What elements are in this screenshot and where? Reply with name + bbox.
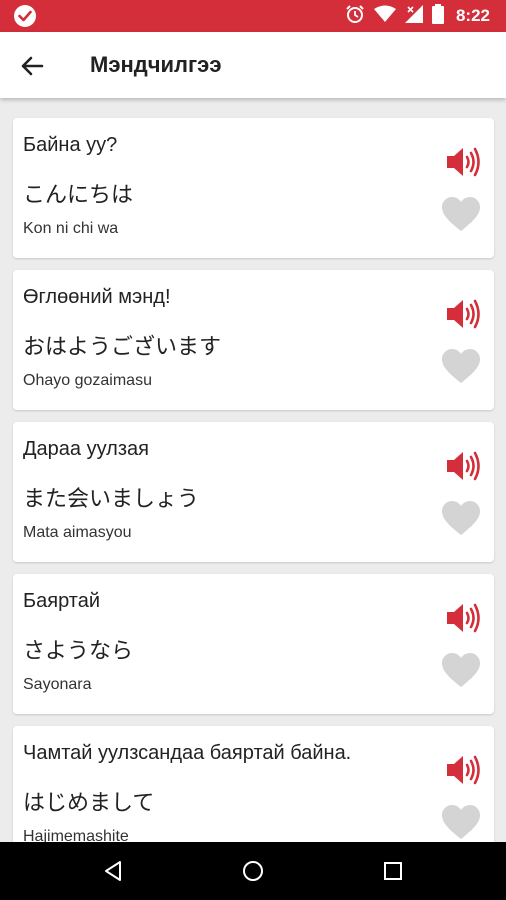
romaji-text: Kon ni chi wa bbox=[23, 220, 119, 237]
status-bar: 8:22 bbox=[0, 0, 506, 32]
favorite-heart-icon[interactable] bbox=[441, 196, 481, 232]
japanese-text: こんにちは bbox=[23, 183, 134, 208]
romaji-text: Mata aimasyou bbox=[23, 524, 132, 541]
romaji-text: Ohayo gozaimasu bbox=[23, 372, 152, 389]
romaji-text: Sayonara bbox=[23, 676, 92, 693]
system-nav-bar bbox=[0, 842, 506, 900]
mongolian-text: Өглөөний мэнд! bbox=[23, 286, 171, 308]
phrase-card: Дараа уулзая また会いましょう Mata aimasyou bbox=[13, 422, 494, 562]
mongolian-text: Баяртай bbox=[23, 590, 100, 612]
phrase-card: Өглөөний мэнд! おはようございます Ohayo gozaimasu bbox=[13, 270, 494, 410]
mongolian-text: Дараа уулзая bbox=[23, 438, 149, 460]
romaji-text: Hajimemashite bbox=[23, 828, 129, 842]
phrase-card: Чамтай уулзсандаа баяртай байна. はじめまして … bbox=[13, 726, 494, 842]
speaker-icon[interactable] bbox=[445, 297, 483, 331]
speaker-icon[interactable] bbox=[445, 145, 483, 179]
favorite-heart-icon[interactable] bbox=[441, 652, 481, 688]
alarm-icon bbox=[345, 4, 365, 29]
page-title: Мэндчилгээ bbox=[90, 52, 222, 77]
phrase-card: Байна уу? こんにちは Kon ni chi wa bbox=[13, 118, 494, 258]
battery-icon bbox=[431, 3, 444, 29]
japanese-text: さようなら bbox=[23, 639, 134, 664]
signal-icon bbox=[404, 4, 423, 28]
back-triangle-icon[interactable] bbox=[101, 859, 125, 883]
favorite-heart-icon[interactable] bbox=[441, 804, 481, 840]
mongolian-text: Чамтай уулзсандаа баяртай байна. bbox=[23, 742, 352, 764]
phrase-card: Баяртай さようなら Sayonara bbox=[13, 574, 494, 714]
favorite-heart-icon[interactable] bbox=[441, 500, 481, 536]
recents-square-icon[interactable] bbox=[381, 859, 405, 883]
wifi-icon bbox=[373, 5, 396, 28]
speaker-icon[interactable] bbox=[445, 753, 483, 787]
mongolian-text: Байна уу? bbox=[23, 134, 118, 156]
favorite-heart-icon[interactable] bbox=[441, 348, 481, 384]
home-circle-icon[interactable] bbox=[241, 859, 265, 883]
app-bar: Мэндчилгээ bbox=[0, 32, 506, 98]
phrase-list[interactable]: Байна уу? こんにちは Kon ni chi wa Өглөөний м… bbox=[0, 98, 506, 842]
japanese-text: はじめまして bbox=[23, 791, 155, 816]
app-badge-icon bbox=[14, 5, 36, 27]
back-button[interactable] bbox=[16, 50, 48, 82]
arrow-left-icon bbox=[21, 56, 44, 76]
japanese-text: おはようございます bbox=[23, 335, 222, 360]
speaker-icon[interactable] bbox=[445, 449, 483, 483]
speaker-icon[interactable] bbox=[445, 601, 483, 635]
japanese-text: また会いましょう bbox=[23, 487, 200, 512]
clock: 8:22 bbox=[455, 6, 490, 25]
